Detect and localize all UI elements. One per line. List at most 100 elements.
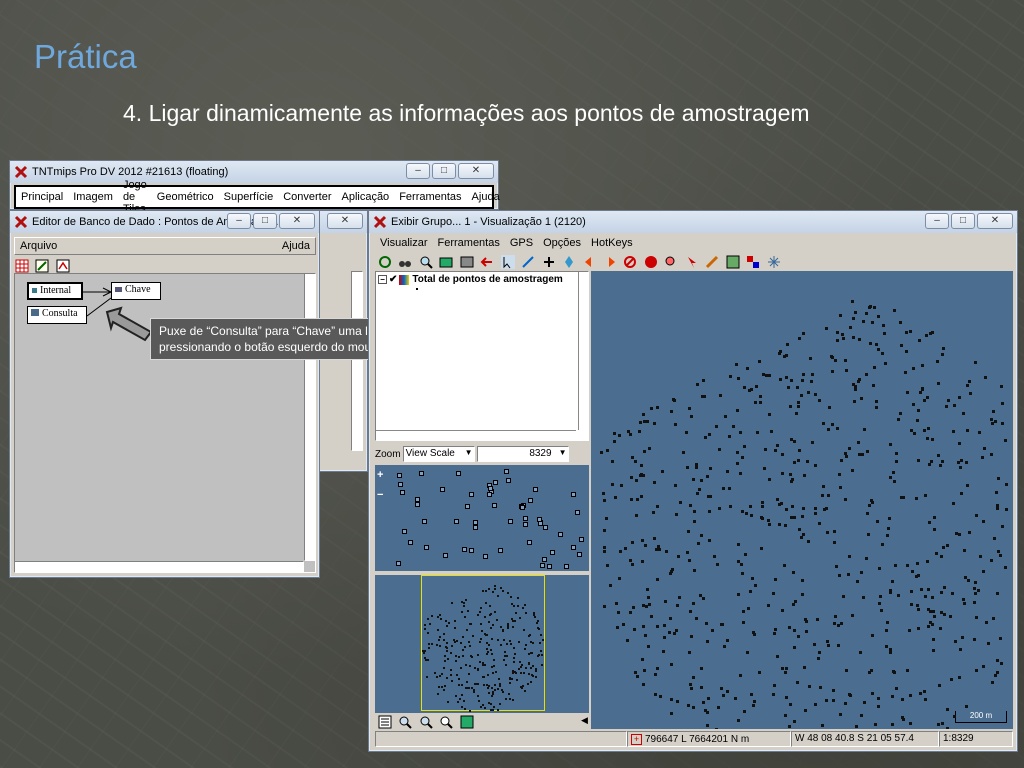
minimize-button[interactable]: – bbox=[406, 163, 430, 179]
sample-point bbox=[676, 555, 680, 559]
edit-icon[interactable] bbox=[705, 255, 719, 269]
menu-gps[interactable]: GPS bbox=[505, 237, 538, 249]
maximize-button[interactable]: □ bbox=[951, 213, 975, 229]
edit-table-icon[interactable] bbox=[35, 259, 49, 273]
sample-point bbox=[799, 535, 803, 539]
sample-point bbox=[801, 378, 805, 382]
close-button[interactable]: ✕ bbox=[977, 213, 1013, 229]
menu-converter[interactable]: Converter bbox=[278, 191, 336, 203]
table-internal[interactable]: Internal bbox=[27, 282, 83, 300]
zoom-out-icon[interactable]: − bbox=[377, 489, 383, 501]
locator-map-top[interactable]: + − bbox=[375, 465, 589, 571]
menu-ajuda[interactable]: Ajuda bbox=[467, 191, 505, 203]
view-window-titlebar[interactable]: Exibir Grupo... 1 - Visualização 1 (2120… bbox=[369, 211, 1017, 233]
sample-point bbox=[782, 354, 786, 358]
table-grid-icon[interactable] bbox=[15, 259, 29, 273]
pointer-icon[interactable] bbox=[685, 255, 699, 269]
color-icon[interactable] bbox=[746, 255, 760, 269]
table-chave[interactable]: Chave bbox=[111, 282, 161, 300]
relation-icon[interactable] bbox=[56, 259, 70, 273]
sample-point bbox=[932, 649, 936, 653]
sample-point bbox=[725, 690, 729, 694]
sample-point bbox=[854, 310, 858, 314]
zoom-out-icon[interactable] bbox=[664, 255, 678, 269]
menu-superficie[interactable]: Superfície bbox=[219, 191, 279, 203]
add-point-icon[interactable] bbox=[542, 255, 556, 269]
gps-icon[interactable] bbox=[562, 255, 576, 269]
menu-arquivo[interactable]: Arquivo bbox=[15, 240, 62, 252]
sample-point bbox=[836, 338, 840, 342]
measure-icon[interactable] bbox=[521, 255, 535, 269]
menu-ajuda[interactable]: Ajuda bbox=[277, 240, 315, 252]
sample-point bbox=[876, 519, 880, 523]
zoom-icon[interactable] bbox=[398, 715, 413, 729]
sample-point bbox=[468, 548, 474, 554]
maximize-button[interactable]: □ bbox=[253, 213, 277, 229]
sample-point bbox=[451, 602, 454, 605]
stop-icon[interactable] bbox=[644, 255, 658, 269]
pan-left-icon[interactable] bbox=[480, 255, 494, 269]
zoom-mode-select[interactable]: View Scale ▼ bbox=[402, 446, 475, 462]
minimize-button[interactable]: – bbox=[227, 213, 251, 229]
zoom-in-icon[interactable]: + bbox=[377, 469, 383, 481]
close-button[interactable]: ✕ bbox=[458, 163, 494, 179]
cancel-icon[interactable] bbox=[623, 255, 637, 269]
horizontal-scrollbar[interactable] bbox=[14, 561, 304, 573]
main-map-canvas[interactable]: 200 m bbox=[591, 271, 1013, 729]
visibility-check-icon[interactable]: ✔ bbox=[389, 274, 397, 285]
sample-point bbox=[669, 662, 673, 666]
close-button[interactable]: ✕ bbox=[327, 213, 363, 229]
menu-geometrico[interactable]: Geométrico bbox=[152, 191, 219, 203]
maximize-button[interactable]: □ bbox=[432, 163, 456, 179]
sample-point bbox=[517, 605, 520, 608]
redraw-icon[interactable] bbox=[378, 255, 392, 269]
sample-point bbox=[745, 651, 749, 655]
menu-aplicacao[interactable]: Aplicação bbox=[336, 191, 394, 203]
vertical-scrollbar[interactable] bbox=[304, 273, 316, 561]
zoom-value-field[interactable]: 8329 ▼ bbox=[476, 446, 569, 462]
zoom-icon[interactable] bbox=[419, 255, 433, 269]
binoculars-icon[interactable] bbox=[398, 255, 412, 269]
menu-visualizar[interactable]: Visualizar bbox=[375, 237, 433, 249]
map-icon[interactable] bbox=[460, 715, 474, 729]
menu-principal[interactable]: Principal bbox=[16, 191, 68, 203]
menu-opcoes[interactable]: Opções bbox=[538, 237, 586, 249]
sample-point bbox=[494, 670, 497, 673]
layer-hscrollbar[interactable] bbox=[376, 430, 576, 440]
sparkle-icon[interactable] bbox=[767, 255, 781, 269]
layer-vscrollbar[interactable] bbox=[578, 272, 588, 430]
table-consulta[interactable]: Consulta bbox=[27, 306, 87, 324]
sample-point bbox=[453, 518, 459, 524]
sample-point bbox=[724, 415, 728, 419]
close-button[interactable]: ✕ bbox=[279, 213, 315, 229]
layer-row[interactable]: − ✔ Total de pontos de amostragem bbox=[378, 274, 563, 285]
collapse-arrow-icon[interactable]: ◀ bbox=[581, 715, 588, 726]
menu-ferramentas[interactable]: Ferramentas bbox=[394, 191, 466, 203]
menu-hotkeys[interactable]: HotKeys bbox=[586, 237, 638, 249]
minimize-button[interactable]: – bbox=[925, 213, 949, 229]
select-tool-icon[interactable] bbox=[500, 254, 515, 269]
image-icon[interactable] bbox=[726, 255, 740, 269]
forward-icon[interactable] bbox=[603, 255, 617, 269]
sample-point bbox=[792, 460, 796, 464]
menu-ferramentas[interactable]: Ferramentas bbox=[433, 237, 505, 249]
locator-map-overview[interactable] bbox=[375, 575, 589, 713]
menu-imagem[interactable]: Imagem bbox=[68, 191, 118, 203]
sample-point bbox=[532, 665, 535, 668]
back-icon[interactable] bbox=[583, 255, 597, 269]
sample-point bbox=[528, 673, 531, 676]
sample-point bbox=[641, 682, 645, 686]
zoom-fit-icon[interactable] bbox=[419, 715, 433, 729]
sample-point bbox=[924, 595, 928, 599]
sample-point bbox=[512, 657, 515, 659]
sample-point bbox=[773, 448, 777, 452]
db-editor-window: Editor de Banco de Dado : Pontos de Amos… bbox=[9, 210, 320, 578]
sample-point bbox=[423, 623, 426, 626]
sample-point bbox=[935, 359, 939, 363]
collapse-icon[interactable]: − bbox=[378, 275, 387, 284]
list-icon[interactable] bbox=[378, 715, 392, 729]
layer-manager-icon[interactable] bbox=[439, 255, 453, 269]
search-icon[interactable] bbox=[439, 715, 454, 729]
layer-panel[interactable]: − ✔ Total de pontos de amostragem bbox=[375, 271, 589, 441]
legend-icon[interactable] bbox=[460, 255, 474, 269]
